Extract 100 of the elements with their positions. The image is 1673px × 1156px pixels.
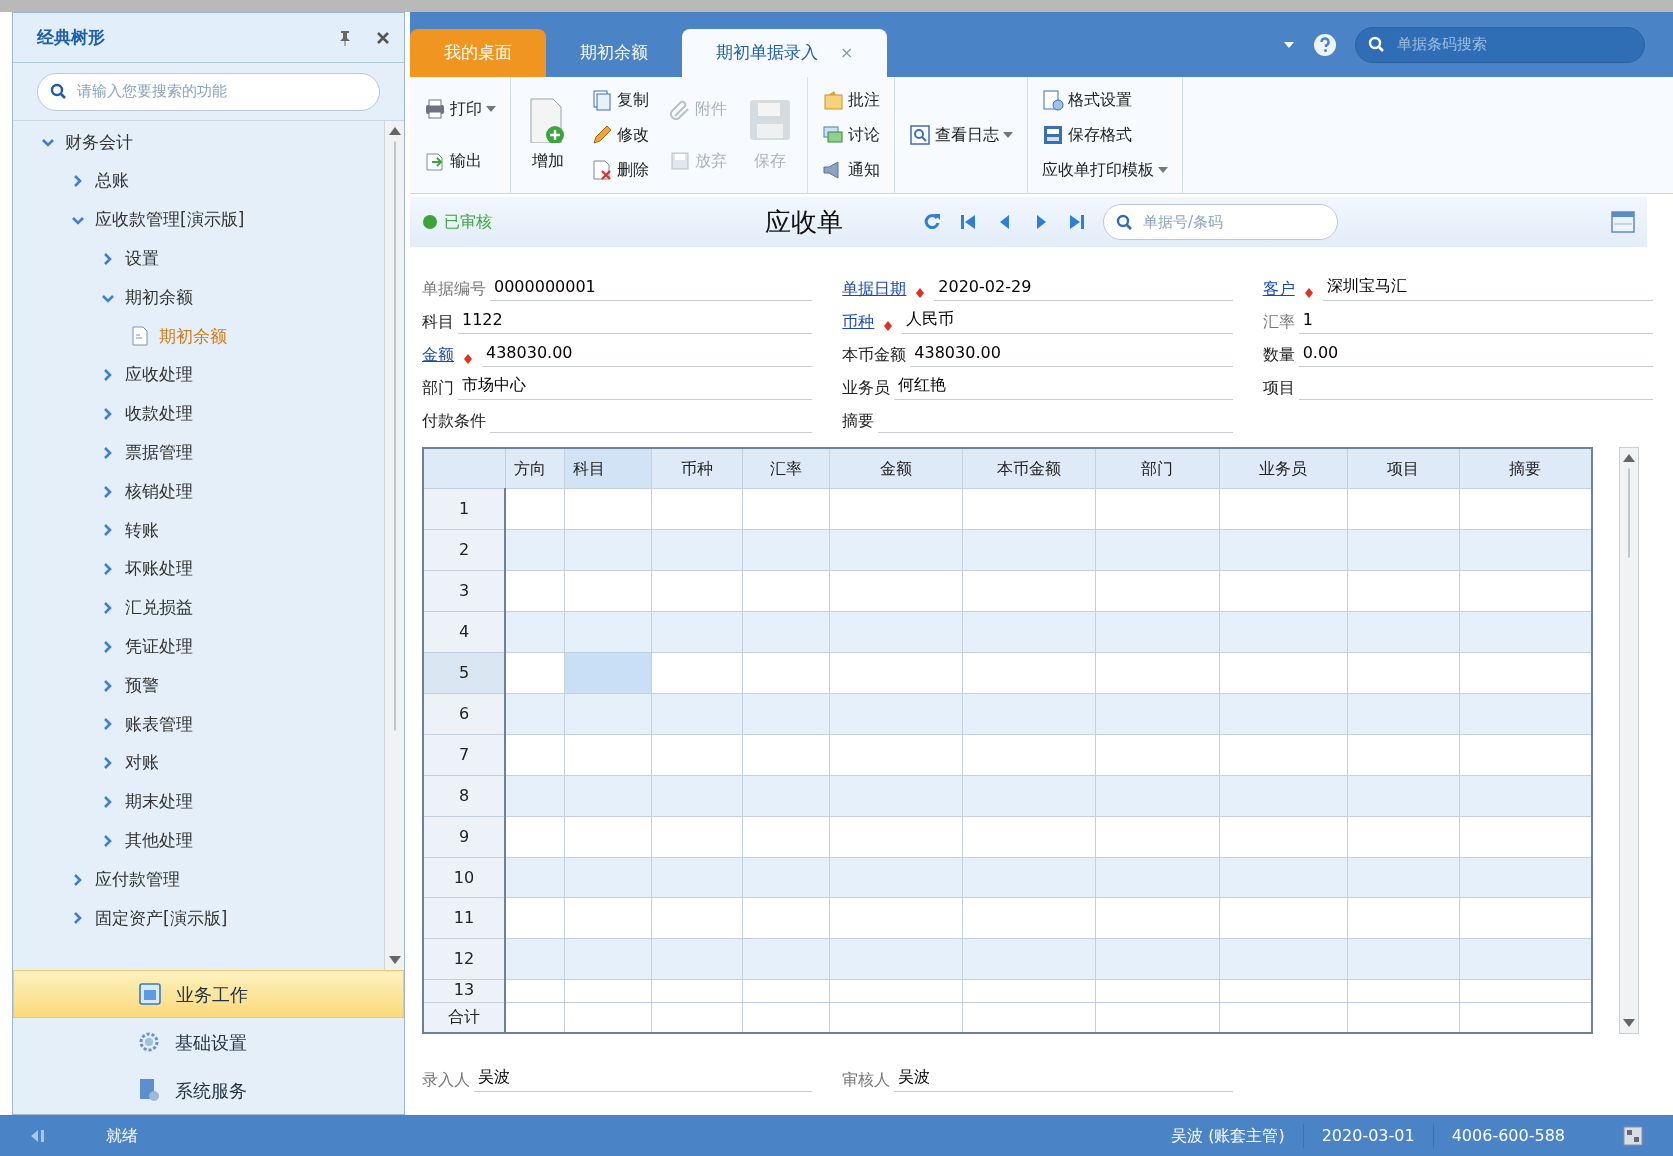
table-cell[interactable] <box>505 488 564 530</box>
table-cell[interactable] <box>1219 897 1347 939</box>
column-header[interactable]: 本币金额 <box>962 448 1095 489</box>
table-cell[interactable] <box>742 938 829 980</box>
table-cell[interactable] <box>829 734 962 776</box>
table-cell[interactable] <box>829 897 962 939</box>
table-cell[interactable] <box>1219 652 1347 694</box>
table-cell[interactable] <box>742 816 829 858</box>
table-cell[interactable] <box>829 529 962 571</box>
scroll-up-icon[interactable] <box>1623 454 1635 462</box>
table-cell[interactable] <box>829 775 962 817</box>
table-cell[interactable] <box>1219 570 1347 612</box>
tree-item[interactable]: 核销处理 <box>13 472 384 511</box>
field-label[interactable]: 金额 <box>422 343 454 367</box>
table-cell[interactable] <box>1347 611 1459 653</box>
table-cell[interactable] <box>651 897 742 939</box>
search-field[interactable]: 请输入您要搜索的功能 <box>75 79 367 104</box>
table-cell[interactable] <box>1219 938 1347 980</box>
search-field[interactable]: 请输入您要搜索的功能 <box>37 72 380 111</box>
input-field[interactable]: 438030.00 <box>482 339 813 367</box>
table-cell[interactable] <box>651 979 742 1003</box>
table-cell[interactable] <box>1095 979 1219 1003</box>
tree-item[interactable]: 期初余额 <box>13 278 384 317</box>
input-field[interactable]: 1122 <box>458 306 813 334</box>
column-header[interactable]: 方向 <box>505 448 564 489</box>
table-cell[interactable] <box>829 570 962 612</box>
table-cell[interactable] <box>1219 816 1347 858</box>
table-cell[interactable] <box>829 938 962 980</box>
scroll-down-icon[interactable] <box>1623 1019 1635 1027</box>
table-cell[interactable] <box>1347 816 1459 858</box>
table-cell[interactable] <box>1095 529 1219 571</box>
tree-item[interactable]: 应付款管理 <box>13 860 384 899</box>
table-cell[interactable] <box>1459 857 1592 898</box>
table-cell[interactable] <box>1219 734 1347 776</box>
table-cell[interactable] <box>651 693 742 735</box>
table-cell[interactable] <box>1219 488 1347 530</box>
table-cell[interactable] <box>1095 570 1219 612</box>
nav-item[interactable]: 基础设置 <box>13 1018 404 1066</box>
input-field[interactable]: 2020-02-29 <box>934 273 1233 301</box>
tree-item[interactable]: 固定资产[演示版] <box>13 898 384 938</box>
table-cell[interactable] <box>564 693 651 735</box>
search-field[interactable]: 单据条码搜索 <box>1395 32 1632 57</box>
table-cell[interactable] <box>962 611 1095 653</box>
table-cell[interactable] <box>564 652 651 694</box>
table-cell[interactable] <box>742 652 829 694</box>
tree-item[interactable]: 账表管理 <box>13 704 384 744</box>
refresh-icon[interactable] <box>923 212 943 232</box>
table-cell[interactable] <box>564 734 651 776</box>
toolbar-button[interactable]: 批注 <box>818 86 884 115</box>
table-cell[interactable] <box>1459 611 1592 653</box>
tab[interactable]: 期初单据录入 × <box>682 29 888 77</box>
collapse-panel-icon[interactable] <box>30 1128 46 1143</box>
table-cell[interactable] <box>651 734 742 776</box>
input-field[interactable]: 市场中心 <box>458 372 813 400</box>
table-cell[interactable] <box>651 529 742 571</box>
dropdown-icon[interactable] <box>1283 40 1295 49</box>
table-cell[interactable] <box>962 570 1095 612</box>
table-cell[interactable] <box>962 693 1095 735</box>
table-cell[interactable] <box>1095 816 1219 858</box>
table-cell[interactable] <box>829 488 962 530</box>
table-cell[interactable] <box>962 734 1095 776</box>
table-cell[interactable] <box>505 570 564 612</box>
table-cell[interactable] <box>505 529 564 571</box>
input-field[interactable]: 吴波 <box>474 1064 813 1092</box>
table-cell[interactable] <box>1347 857 1459 898</box>
table-cell[interactable] <box>505 611 564 653</box>
table-cell[interactable] <box>1347 938 1459 980</box>
table-cell[interactable] <box>742 857 829 898</box>
tree-item[interactable]: 票据管理 <box>13 433 384 473</box>
table-cell[interactable] <box>1347 734 1459 776</box>
table-cell[interactable] <box>1095 652 1219 694</box>
table-cell[interactable] <box>1095 897 1219 939</box>
tree-item[interactable]: 转账 <box>13 510 384 550</box>
table-cell[interactable] <box>651 938 742 980</box>
input-field[interactable]: 人民币 <box>902 306 1233 334</box>
tree-item[interactable]: 汇兑损益 <box>13 588 384 628</box>
table-cell[interactable] <box>651 611 742 653</box>
table-cell[interactable] <box>1459 938 1592 980</box>
tree-item[interactable]: 坏账处理 <box>13 549 384 589</box>
table-cell[interactable] <box>1095 775 1219 817</box>
column-header[interactable]: 科目 <box>564 448 651 489</box>
scroll-down-icon[interactable] <box>388 956 401 964</box>
input-field[interactable]: 吴波 <box>894 1064 1233 1092</box>
table-cell[interactable] <box>564 488 651 530</box>
table-cell[interactable] <box>829 652 962 694</box>
column-header[interactable]: 币种 <box>651 448 742 489</box>
table-cell[interactable] <box>742 529 829 571</box>
tree-item[interactable]: 对账 <box>13 743 384 783</box>
table-cell[interactable] <box>742 979 829 1003</box>
layout-icon[interactable] <box>1611 211 1635 233</box>
toolbar-button[interactable]: 修改 <box>587 121 653 149</box>
table-cell[interactable] <box>742 488 829 530</box>
table-cell[interactable] <box>1219 611 1347 653</box>
table-cell[interactable] <box>564 570 651 612</box>
table-cell[interactable] <box>651 857 742 898</box>
table-cell[interactable] <box>1459 529 1592 571</box>
table-cell[interactable] <box>1095 857 1219 898</box>
toolbar-button[interactable]: 增加 <box>521 95 575 175</box>
toolbar-button[interactable]: 打印 <box>420 95 500 123</box>
table-cell[interactable] <box>1219 857 1347 898</box>
